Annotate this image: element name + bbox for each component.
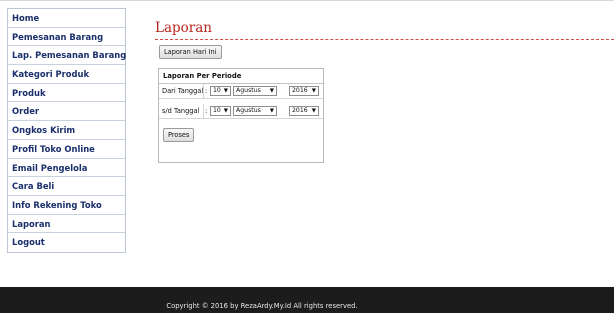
to-day-select[interactable]: 10 ▼ (210, 106, 231, 116)
proses-button[interactable]: Proses (163, 128, 195, 142)
chevron-down-icon: ▼ (223, 108, 228, 114)
row-divider (203, 84, 204, 98)
colon-separator: : (205, 87, 208, 95)
sidebar-item-ongkos-kirim[interactable]: Ongkos Kirim (8, 121, 125, 140)
sidebar-item-lap-pemesanan-barang[interactable]: Lap. Pemesanan Barang (8, 46, 126, 66)
from-date-label: Dari Tanggal (162, 87, 204, 95)
colon-separator: : (205, 107, 208, 115)
sidebar-item-profil-toko-online[interactable]: Profil Toko Online (8, 140, 125, 159)
sidebar-item-pemesanan-barang[interactable]: Pemesanan Barang (8, 28, 125, 47)
to-day-value: 10 (213, 107, 221, 114)
sidebar-item-info-rekening-toko[interactable]: Info Rekening Toko (8, 196, 125, 215)
sidebar-menu: Home Pemesanan Barang Lap. Pemesanan Bar… (7, 8, 126, 253)
to-month-select[interactable]: Agustus ▼ (233, 106, 277, 116)
from-month-select[interactable]: Agustus ▼ (233, 86, 277, 96)
to-year-select[interactable]: 2016 ▼ (289, 106, 319, 116)
to-month-value: Agustus (236, 107, 261, 114)
chevron-down-icon: ▼ (269, 108, 274, 114)
from-year-select[interactable]: 2016 ▼ (289, 86, 319, 96)
top-border (0, 0, 614, 1)
period-report-heading: Laporan Per Periode (159, 69, 323, 84)
sidebar-item-laporan[interactable]: Laporan (8, 215, 125, 234)
period-report-form: Laporan Per Periode Dari Tanggal : 10 ▼ … (158, 68, 324, 163)
sidebar-item-cara-beli[interactable]: Cara Beli (8, 177, 125, 196)
chevron-down-icon: ▼ (311, 108, 316, 114)
chevron-down-icon: ▼ (311, 88, 316, 94)
to-date-row: s/d Tanggal : 10 ▼ Agustus ▼ 2016 ▼ (159, 104, 323, 119)
from-day-select[interactable]: 10 ▼ (210, 86, 231, 96)
from-date-row: Dari Tanggal : 10 ▼ Agustus ▼ 2016 ▼ (159, 84, 323, 99)
from-day-value: 10 (213, 87, 221, 94)
from-month-value: Agustus (236, 87, 261, 94)
copyright-text: Copyright © 2016 by RezaArdy.My.Id All r… (166, 302, 358, 310)
chevron-down-icon: ▼ (269, 88, 274, 94)
today-report-button[interactable]: Laporan Hari Ini (159, 45, 222, 59)
sidebar-item-kategori-produk[interactable]: Kategori Produk (8, 65, 125, 84)
page-title: Laporan (155, 20, 614, 40)
sidebar-item-produk[interactable]: Produk (8, 84, 125, 103)
sidebar-item-logout[interactable]: Logout (8, 233, 125, 252)
to-year-value: 2016 (292, 107, 308, 114)
sidebar-item-home[interactable]: Home (8, 9, 125, 28)
chevron-down-icon: ▼ (223, 88, 228, 94)
row-divider (203, 104, 204, 118)
sidebar-item-order[interactable]: Order (8, 102, 125, 122)
to-date-label: s/d Tanggal (162, 107, 200, 115)
sidebar-item-email-pengelola[interactable]: Email Pengelola (8, 159, 125, 178)
from-year-value: 2016 (292, 87, 308, 94)
footer: Copyright © 2016 by RezaArdy.My.Id All r… (0, 287, 614, 313)
main-content: Laporan Laporan Hari Ini Laporan Per Per… (155, 20, 614, 163)
